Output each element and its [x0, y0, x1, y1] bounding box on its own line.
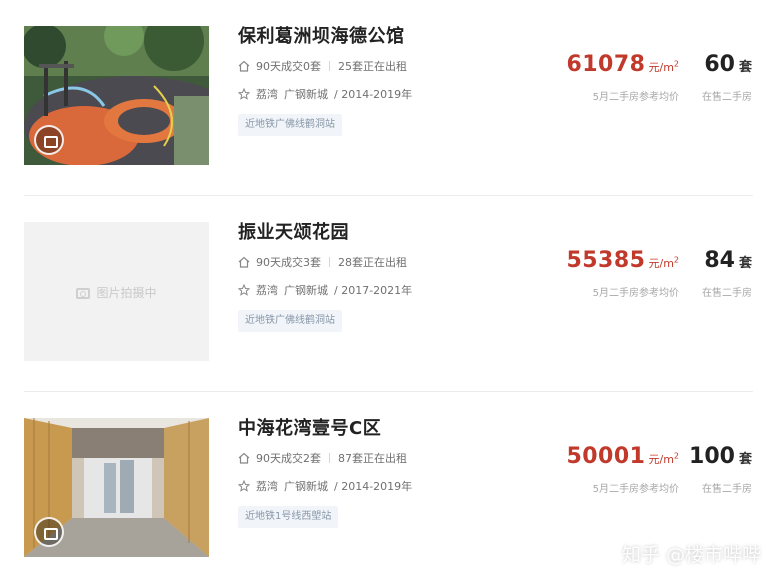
subway-tag: 近地铁1号线西塱站 — [238, 506, 339, 528]
community-name[interactable]: 振业天颂花园 — [238, 218, 349, 244]
price-label: 5月二手房参考均价 — [592, 484, 679, 495]
listing-thumbnail[interactable] — [24, 26, 209, 165]
subway-tag: 近地铁广佛线鹤洞站 — [238, 310, 342, 332]
location-info: 荔湾 广钢新城/ 2014-2019年 — [238, 478, 412, 494]
home-icon — [238, 60, 250, 72]
price-label: 5月二手房参考均价 — [592, 288, 679, 299]
deal-info: 90天成交0套 25套正在出租 — [238, 58, 407, 74]
reference-price: 61078 元/m2 — [566, 52, 679, 77]
on-sale-count[interactable]: 60 套 — [704, 52, 752, 77]
on-sale-label: 在售二手房 — [702, 92, 752, 103]
deal-info: 90天成交2套 87套正在出租 — [238, 450, 407, 466]
home-icon — [238, 452, 250, 464]
location-info: 荔湾 广钢新城/ 2017-2021年 — [238, 282, 412, 298]
on-sale-count[interactable]: 100 套 — [689, 444, 752, 469]
price-label: 5月二手房参考均价 — [592, 92, 679, 103]
subway-tag: 近地铁广佛线鹤洞站 — [238, 114, 342, 136]
star-icon — [238, 284, 250, 296]
listing-thumbnail[interactable] — [24, 418, 209, 557]
reference-price: 50001 元/m2 — [566, 444, 679, 469]
on-sale-label: 在售二手房 — [702, 484, 752, 495]
reference-price: 55385 元/m2 — [566, 248, 679, 273]
list-item[interactable]: 保利葛洲坝海德公馆 90天成交0套 25套正在出租 荔湾 广钢新城/ 2014-20… — [0, 0, 779, 196]
location-info: 荔湾 广钢新城/ 2014-2019年 — [238, 86, 412, 102]
image-placeholder: 图片拍摄中 — [24, 284, 209, 301]
star-icon — [238, 88, 250, 100]
community-name[interactable]: 中海花湾壹号C区 — [238, 414, 381, 440]
camera-icon — [76, 288, 91, 299]
vr-camera-icon[interactable] — [34, 517, 64, 547]
home-icon — [238, 256, 250, 268]
list-item[interactable]: 图片拍摄中 振业天颂花园 90天成交3套 28套正在出租 荔湾 广钢新城/ 2017… — [0, 196, 779, 392]
watermark: 知乎 @楼市哔哔 — [621, 544, 761, 566]
star-icon — [238, 480, 250, 492]
deal-info: 90天成交3套 28套正在出租 — [238, 254, 407, 270]
on-sale-count[interactable]: 84 套 — [704, 248, 752, 273]
community-name[interactable]: 保利葛洲坝海德公馆 — [238, 22, 405, 48]
vr-camera-icon[interactable] — [34, 125, 64, 155]
listing-thumbnail[interactable]: 图片拍摄中 — [24, 222, 209, 361]
on-sale-label: 在售二手房 — [702, 288, 752, 299]
